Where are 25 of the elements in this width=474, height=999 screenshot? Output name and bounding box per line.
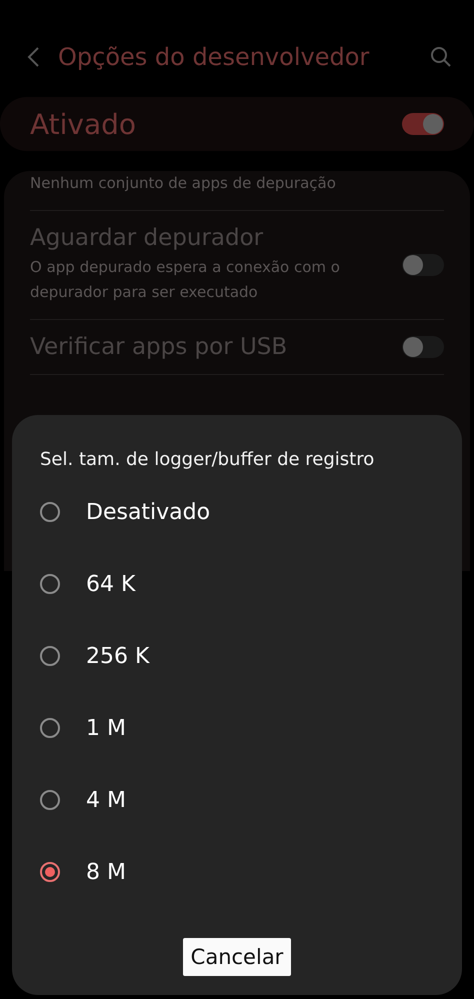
toggle-switch[interactable] [402, 254, 444, 276]
radio-button[interactable] [40, 862, 60, 882]
radio-button[interactable] [40, 646, 60, 666]
radio-button[interactable] [40, 502, 60, 522]
radio-option[interactable]: 4 M [40, 764, 434, 836]
radio-button[interactable] [40, 574, 60, 594]
radio-option[interactable]: Desativado [40, 476, 434, 548]
setting-title: Aguardar depurador [30, 225, 264, 251]
search-icon[interactable] [430, 46, 452, 68]
switch-label: Ativado [30, 108, 138, 140]
back-icon[interactable] [26, 46, 40, 68]
radio-button[interactable] [40, 790, 60, 810]
page-title: Opções do desenvolvedor [58, 43, 370, 71]
setting-description: Nenhum conjunto de apps de depuração [30, 173, 337, 194]
radio-option[interactable]: 64 K [40, 548, 434, 620]
radio-option[interactable]: 256 K [40, 620, 434, 692]
setting-title: Verificar apps por USB [30, 334, 288, 360]
toggle-switch[interactable] [402, 113, 444, 135]
dialog-title: Sel. tam. de logger/buffer de registro [40, 449, 376, 470]
radio-button[interactable] [40, 718, 60, 738]
radio-option[interactable]: 8 M [40, 836, 434, 908]
setting-description: O app depurado espera a conexão com o depurador para ser executado [30, 257, 341, 303]
radio-option[interactable]: 1 M [40, 692, 434, 764]
cancel-button[interactable]: Cancelar [182, 938, 292, 976]
toggle-switch[interactable] [402, 336, 444, 358]
